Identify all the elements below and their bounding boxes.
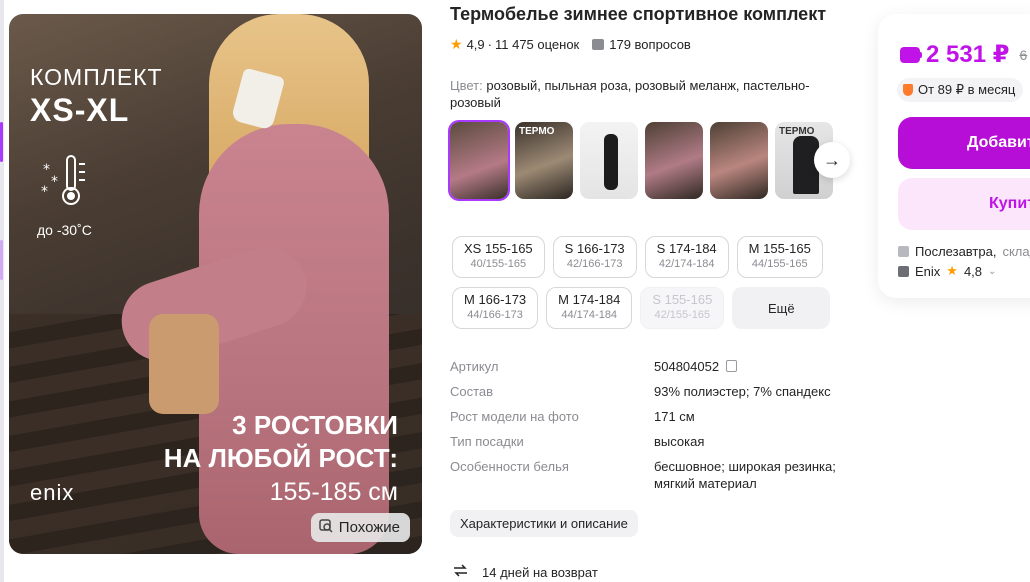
spec-row: Тип посадки высокая xyxy=(450,433,850,450)
wallet-icon xyxy=(900,46,922,63)
old-price: 6 xyxy=(1019,46,1028,63)
spec-value: 504804052 xyxy=(654,358,850,375)
return-text: 14 дней на возврат xyxy=(482,564,598,580)
sizes-more-button[interactable]: Ещё xyxy=(732,287,831,329)
size-option[interactable]: S 166-173 42/166-173 xyxy=(552,236,637,278)
arrow-right-icon: → xyxy=(823,149,841,170)
question-icon xyxy=(592,39,605,50)
size-option[interactable]: M 166-173 44/166-173 xyxy=(452,287,539,329)
add-to-cart-button[interactable]: Добавит xyxy=(898,117,1030,169)
size-option[interactable]: XS 155-165 40/155-165 xyxy=(452,236,545,278)
color-info: Цвет: розовый, пыльная роза, розовый мел… xyxy=(450,77,820,111)
photo-promo-line2: НА ЛЮБОЙ РОСТ: xyxy=(163,443,398,473)
spec-value: 171 см xyxy=(654,409,695,424)
color-thumbnail[interactable] xyxy=(448,120,510,201)
color-thumbnail[interactable] xyxy=(645,122,703,199)
box-icon xyxy=(898,246,909,257)
main-product-photo[interactable]: КОМПЛЕКТ XS-XL * * * до -30˚С 3 РОСТОВКИ… xyxy=(9,14,422,554)
spec-value: высокая xyxy=(654,434,705,449)
similar-icon xyxy=(319,518,333,537)
delivery-date: Послезавтра, xyxy=(915,244,997,259)
similar-button[interactable]: Похожие xyxy=(310,513,410,542)
rating-row: ★ 4,9 · 11 475 оценок 179 вопросов xyxy=(450,36,691,53)
spec-row: Артикул 504804052 xyxy=(450,358,850,375)
delivery-warehouse: склад xyxy=(1002,244,1030,259)
chevron-down-icon: ⌄ xyxy=(988,265,997,277)
return-info: 14 дней на возврат xyxy=(452,562,598,582)
price: 2 531 ₽ xyxy=(926,41,1010,68)
characteristics-button[interactable]: Характеристики и описание xyxy=(450,510,638,537)
seller-icon xyxy=(898,265,909,277)
star-icon: ★ xyxy=(946,263,958,278)
spec-value: 93% полиэстер; 7% спандекс xyxy=(654,384,831,399)
delivery-info: Послезавтра, склад xyxy=(898,244,1030,259)
color-thumbnail[interactable] xyxy=(580,122,638,199)
product-title: Термобелье зимнее спортивное комплект xyxy=(450,4,827,24)
spec-key: Артикул xyxy=(450,359,499,374)
article-number: 504804052 xyxy=(654,359,720,374)
photo-temperature: до -30˚С xyxy=(37,222,92,238)
similar-button-label: Похожие xyxy=(338,519,400,536)
size-selector: XS 155-165 40/155-165 S 166-173 42/166-1… xyxy=(452,236,842,329)
thumbnail-rail-marker xyxy=(0,240,3,280)
return-icon xyxy=(452,562,469,582)
color-thumbnails: ТЕРМО ТЕРМО xyxy=(448,120,833,201)
questions-link[interactable]: 179 вопросов xyxy=(609,37,691,52)
reviews-link[interactable]: 11 475 оценок xyxy=(495,37,579,52)
thumbnails-next-button[interactable]: → xyxy=(814,142,850,178)
installment-badge[interactable]: От 89 ₽ в месяц xyxy=(897,78,1024,102)
svg-text:*: * xyxy=(51,174,58,190)
price-row: 2 531 ₽ 6 xyxy=(900,40,1027,69)
installment-text: От 89 ₽ в месяц xyxy=(918,82,1016,97)
thermometer-icon: * * * xyxy=(39,152,99,212)
spec-row: Рост модели на фото 171 см xyxy=(450,408,850,425)
size-option[interactable]: S 174-184 42/174-184 xyxy=(644,236,729,278)
color-label: Цвет: xyxy=(450,78,483,93)
photo-kit-label: КОМПЛЕКТ xyxy=(30,64,163,90)
color-value: розовый, пыльная роза, розовый меланж, п… xyxy=(450,78,810,110)
photo-promo-line1: 3 РОСТОВКИ xyxy=(232,410,398,440)
copy-icon[interactable] xyxy=(726,360,738,372)
photo-kit-sizes: XS-XL xyxy=(30,92,130,128)
photo-promo-line3: 155-185 см xyxy=(269,478,398,506)
thumbnail-rail xyxy=(0,0,4,582)
thumbnail-rail-active-marker xyxy=(0,122,3,162)
specs-table: Артикул 504804052 Состав 93% полиэстер; … xyxy=(450,358,850,500)
color-thumbnail[interactable]: ТЕРМО xyxy=(515,122,573,199)
seller-name: Enix xyxy=(915,263,941,279)
spec-key: Тип посадки xyxy=(450,434,524,449)
color-thumbnail[interactable] xyxy=(710,122,768,199)
spec-value: бесшовное; широкая резинка; мягкий матер… xyxy=(654,459,836,491)
spec-key: Рост модели на фото xyxy=(450,409,579,424)
seller-rating: 4,8 xyxy=(963,263,983,279)
spec-row: Особенности белья бесшовное; широкая рез… xyxy=(450,458,850,492)
size-option[interactable]: M 155-165 44/155-165 xyxy=(736,236,823,278)
size-option[interactable]: M 174-184 44/174-184 xyxy=(546,287,633,329)
spec-key: Особенности белья xyxy=(450,459,569,474)
photo-brand-logo: enix xyxy=(30,480,75,505)
size-option-unavailable: S 155-165 42/155-165 xyxy=(640,287,725,329)
shield-icon xyxy=(903,84,913,96)
photo-model-boot xyxy=(149,314,219,414)
price-card: 2 531 ₽ 6 От 89 ₽ в месяц Добавит Купит … xyxy=(878,14,1030,298)
svg-text:*: * xyxy=(43,162,50,178)
seller-info[interactable]: Enix ★ 4,8 ⌄ xyxy=(898,263,996,279)
buy-now-button[interactable]: Купит xyxy=(898,178,1030,230)
rating-value: 4,9 xyxy=(466,37,485,52)
star-icon: ★ xyxy=(450,36,463,52)
svg-text:*: * xyxy=(41,184,48,200)
spec-row: Состав 93% полиэстер; 7% спандекс xyxy=(450,383,850,400)
rating-separator: · xyxy=(487,37,492,52)
spec-key: Состав xyxy=(450,384,494,399)
